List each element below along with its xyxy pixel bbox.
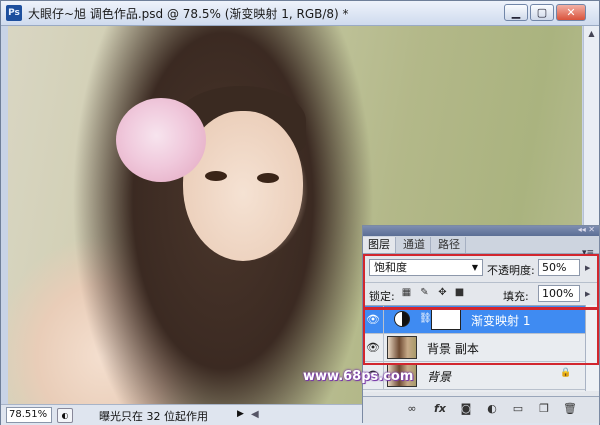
opacity-slider-arrow-icon[interactable]: ▶ xyxy=(585,264,590,272)
layers-panel: ◂◂ ✕ 图层 通道 路径 ▾≡ 饱和度 ▼ 不透明度: 50% ▶ 锁定: ▦… xyxy=(362,225,600,423)
layer-mask-thumbnail[interactable] xyxy=(431,309,461,330)
right-eye xyxy=(257,173,279,183)
layer-name: 渐变映射 1 xyxy=(471,314,531,328)
watermark-text: www.68ps.com xyxy=(303,369,414,384)
minimize-button[interactable]: ▁ xyxy=(504,4,528,21)
tab-paths[interactable]: 路径 xyxy=(433,237,466,253)
layer-row-background-copy[interactable]: 👁 背景 副本 xyxy=(363,334,585,362)
new-layer-icon[interactable]: ❐ xyxy=(537,402,551,416)
blend-mode-value: 饱和度 xyxy=(374,261,407,274)
lock-all-padlock-icon[interactable]: ■ xyxy=(454,287,465,298)
adjustment-layer-icon[interactable]: ◐ xyxy=(485,402,499,416)
panel-header-strip[interactable]: ◂◂ ✕ xyxy=(363,225,599,236)
layer-name: 背景 xyxy=(427,370,452,384)
layer-lock-icon: 🔒 xyxy=(560,368,572,378)
layers-panel-toolbar: ∞ fx ◙ ◐ ▭ ❐ 🗑 xyxy=(363,396,599,423)
close-icon: ✕ xyxy=(566,6,576,19)
add-mask-icon[interactable]: ◙ xyxy=(459,402,473,416)
layer-thumbnail xyxy=(387,336,417,359)
layer-name: 背景 副本 xyxy=(427,342,479,356)
layer-row-gradient-map[interactable]: 👁 ⛓ 渐变映射 1 xyxy=(363,306,585,334)
lock-label: 锁定: xyxy=(369,290,395,303)
link-layers-icon[interactable]: ∞ xyxy=(405,402,419,416)
photoshop-app-icon: Ps xyxy=(6,5,22,21)
panel-tabs: 图层 通道 路径 ▾≡ xyxy=(363,236,599,258)
status-menu-arrow-icon[interactable]: ▶ xyxy=(237,409,244,419)
fill-input[interactable]: 100% xyxy=(538,285,580,302)
scroll-left-icon[interactable]: ◀ xyxy=(251,407,261,422)
lock-position-move-icon[interactable]: ✥ xyxy=(437,287,448,298)
fx-icon[interactable]: fx xyxy=(433,402,447,416)
left-eye xyxy=(205,171,227,181)
fill-slider-arrow-icon[interactable]: ▶ xyxy=(585,290,590,298)
opacity-input[interactable]: 50% xyxy=(538,259,580,276)
maximize-button[interactable]: ▢ xyxy=(530,4,554,21)
fill-label: 填充: xyxy=(503,290,529,303)
blend-opacity-row: 饱和度 ▼ 不透明度: 50% ▶ xyxy=(363,256,599,280)
visibility-eye-icon[interactable]: 👁 xyxy=(363,334,384,361)
close-button[interactable]: ✕ xyxy=(556,4,586,21)
layers-scrollbar[interactable] xyxy=(585,305,599,391)
collapse-panel-icon[interactable]: ◂◂ ✕ xyxy=(578,225,595,234)
mask-link-chain-icon[interactable]: ⛓ xyxy=(419,313,432,324)
tab-channels[interactable]: 通道 xyxy=(398,237,431,253)
adjustment-layer-thumbnail-icon xyxy=(394,311,410,327)
trash-icon[interactable]: 🗑 xyxy=(563,402,577,416)
window-title: 大眼仔~旭 调色作品.psd @ 78.5% (渐变映射 1, RGB/8) * xyxy=(28,7,349,21)
maximize-icon: ▢ xyxy=(536,6,548,19)
opacity-label: 不透明度: xyxy=(487,264,535,277)
scroll-up-icon[interactable]: ▲ xyxy=(586,28,597,39)
status-message: 曝光只在 32 位起作用 xyxy=(99,410,208,423)
pink-flower xyxy=(116,98,206,182)
new-group-icon[interactable]: ▭ xyxy=(511,402,525,416)
zoom-field[interactable]: 78.51% xyxy=(6,407,52,423)
lock-transparency-icon[interactable]: ▦ xyxy=(401,287,412,298)
lock-fill-row: 锁定: ▦ ✎ ✥ ■ 填充: 100% ▶ xyxy=(363,282,599,305)
minimize-icon: ▁ xyxy=(511,6,521,19)
visibility-eye-icon[interactable]: 👁 xyxy=(363,306,384,333)
lock-paint-brush-icon[interactable]: ✎ xyxy=(419,287,430,298)
status-info-icon[interactable]: ◐ xyxy=(57,408,73,423)
dropdown-arrow-icon: ▼ xyxy=(471,263,478,272)
title-bar[interactable]: Ps 大眼仔~旭 调色作品.psd @ 78.5% (渐变映射 1, RGB/8… xyxy=(1,1,599,26)
tab-layers[interactable]: 图层 xyxy=(363,237,396,253)
blend-mode-select[interactable]: 饱和度 ▼ xyxy=(369,259,483,276)
